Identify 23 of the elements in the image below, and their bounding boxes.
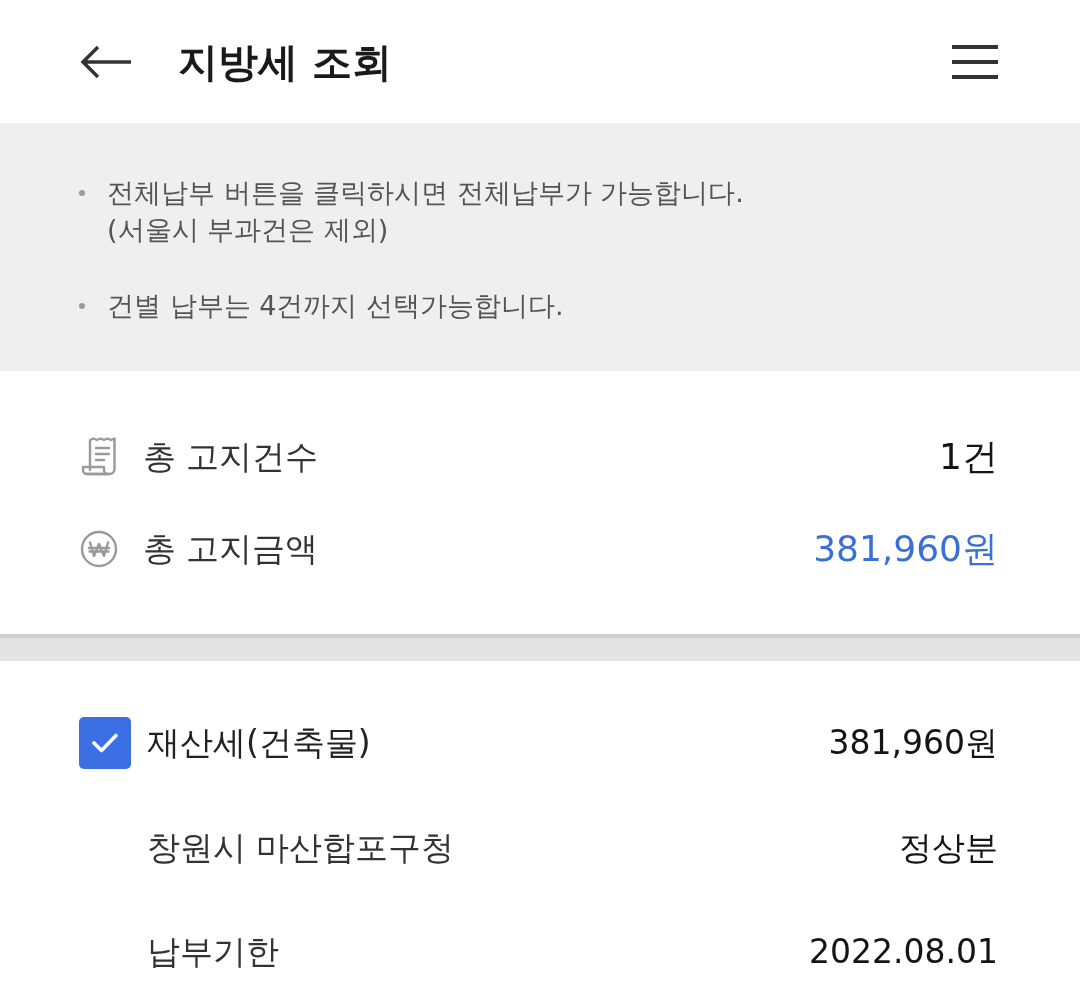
tax-category: 정상분 xyxy=(899,826,998,869)
tax-office: 창원시 마산합포구청 xyxy=(147,826,455,869)
bullet-icon xyxy=(79,303,85,309)
check-icon xyxy=(92,733,118,753)
back-button[interactable] xyxy=(80,44,132,79)
receipt-icon xyxy=(80,437,118,477)
tax-amount: 381,960원 xyxy=(828,722,998,764)
notice-text: 건별 납부는 4건까지 선택가능합니다. xyxy=(107,289,564,323)
summary-value: 381,960원 xyxy=(813,527,998,571)
notice-text: 전체납부 버튼을 클릭하시면 전체납부가 가능합니다. (서울시 부과건은 제외) xyxy=(107,176,744,247)
due-date-label: 납부기한 xyxy=(147,931,279,973)
summary-value: 1건 xyxy=(939,435,998,479)
tax-name: 재산세(건축물) xyxy=(147,722,371,764)
back-arrow-icon xyxy=(80,44,132,79)
checkbox[interactable] xyxy=(79,717,131,769)
menu-icon xyxy=(952,44,998,79)
summary-label: 총 고지금액 xyxy=(143,528,319,570)
summary-label: 총 고지건수 xyxy=(143,436,319,478)
menu-button[interactable] xyxy=(952,44,998,79)
due-date: 2022.08.01 xyxy=(809,931,998,973)
won-coin-icon xyxy=(80,530,118,568)
page-title: 지방세 조회 xyxy=(178,37,393,87)
bullet-icon xyxy=(79,190,85,196)
